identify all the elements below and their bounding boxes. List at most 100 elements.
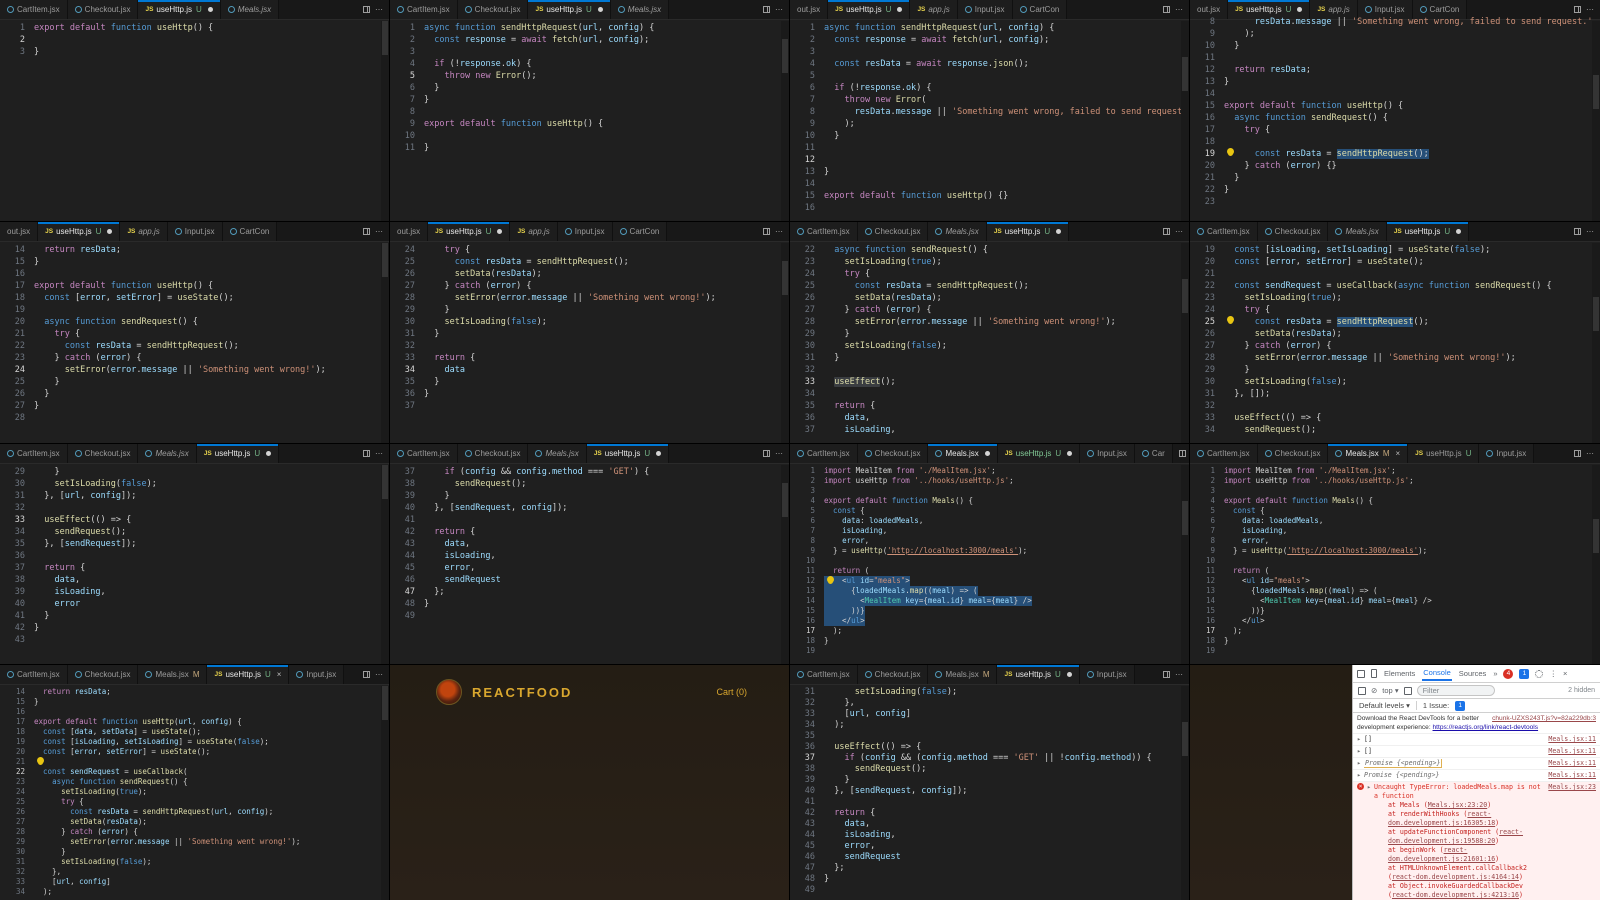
code-line[interactable]: 13 {loadedMeals.map((meal) => ( [1190, 586, 1600, 596]
code-line[interactable]: 31 } [790, 352, 1189, 364]
code-line[interactable]: 37 return { [0, 562, 389, 574]
tab-dirty-indicator[interactable] [1056, 229, 1062, 234]
code-line[interactable]: 42} [0, 622, 389, 634]
code-line[interactable]: 26 setData(resData); [790, 292, 1189, 304]
code-line[interactable]: 3 [790, 486, 1189, 496]
cart-button[interactable]: Cart (0) [716, 687, 747, 697]
code-line[interactable]: 25 } [0, 376, 389, 388]
code-line[interactable]: 45 error, [790, 841, 1189, 852]
tab-usehttp-js[interactable]: JS useHttp.js U [997, 444, 1081, 463]
code-line[interactable]: 22 async function sendRequest() { [790, 244, 1189, 256]
code-line[interactable]: 26 setData(resData); [390, 268, 789, 280]
code-line[interactable]: 22 const sendRequest = useCallback( [0, 767, 389, 777]
code-line[interactable]: 14 <MealItem key={meal.id} meal={meal} /… [1190, 596, 1600, 606]
code-line[interactable]: 4 export default function Meals() { [790, 496, 1189, 506]
code-line[interactable]: 37 isLoading, [790, 424, 1189, 436]
code-line[interactable]: 4 const resData = await response.json(); [790, 58, 1189, 70]
source-link[interactable]: chunk-UZXS243T.js?v=82a229db:3 [1492, 714, 1596, 723]
code-line[interactable]: 18} [790, 636, 1189, 646]
code-line[interactable]: 9 export default function useHttp() { [390, 118, 789, 130]
code-line[interactable]: 18} [1190, 636, 1600, 646]
code-line[interactable]: 48} [390, 598, 789, 610]
code-line[interactable]: 22 const sendRequest = useCallback(async… [1190, 280, 1600, 292]
code-line[interactable]: 27 } catch (error) { [390, 280, 789, 292]
more-tabs-icon[interactable]: » [1493, 669, 1497, 678]
tab-checkout-jsx[interactable]: Checkout.jsx [67, 0, 139, 19]
scrollbar[interactable] [1592, 243, 1600, 443]
code-line[interactable]: 27 } catch (error) { [1190, 340, 1600, 352]
code-line[interactable]: 17 ); [1190, 626, 1600, 636]
tab-usehttp-js[interactable]: JS useHttp.js U [1408, 444, 1480, 463]
inspect-element-icon[interactable] [1357, 669, 1365, 678]
code-line[interactable]: 4 if (!response.ok) { [390, 58, 789, 70]
code-line[interactable]: 37 [390, 400, 789, 412]
console-sidebar-icon[interactable] [1358, 686, 1366, 695]
issues-count-badge[interactable]: 1 [1455, 700, 1466, 711]
code-line[interactable]: 9 } = useHttp('http://localhost:3000/mea… [790, 546, 1189, 556]
code-line[interactable]: 19 const [isLoading, setIsLoading] = use… [1190, 244, 1600, 256]
tab-input-jsx[interactable]: Input.jsx [957, 0, 1013, 19]
code-line[interactable]: 24 try { [390, 244, 789, 256]
expand-caret-icon[interactable]: ▸ [1357, 747, 1361, 756]
code-line[interactable]: 45 error, [390, 562, 789, 574]
code-line[interactable]: 22 const resData = sendHttpRequest(); [0, 340, 389, 352]
expand-caret-icon[interactable]: ▸ [1367, 783, 1371, 792]
code-line[interactable]: 28 setError(error.message || 'Something … [790, 316, 1189, 328]
code-line[interactable]: 32 }, [0, 867, 389, 877]
code-line[interactable]: 34 data [390, 364, 789, 376]
code-line[interactable]: 10 [1190, 556, 1600, 566]
tab-input-jsx[interactable]: Input.jsx [289, 665, 345, 684]
settings-gear-icon[interactable] [1535, 669, 1544, 678]
code-line[interactable]: 4 export default function Meals() { [1190, 496, 1600, 506]
tab-cartitem-jsx[interactable]: CartItem.jsx [0, 665, 68, 684]
code-line[interactable]: 47 }; [390, 586, 789, 598]
code-line[interactable]: 13} [790, 166, 1189, 178]
tab-dirty-indicator[interactable] [207, 7, 213, 12]
tab-cartitem-jsx[interactable]: CartItem.jsx [1190, 222, 1258, 241]
tab-usehttp-js[interactable]: JS useHttp.js U [1386, 222, 1470, 241]
tab-usehttp-js[interactable]: JS useHttp.js U [196, 444, 280, 463]
lightbulb-icon[interactable] [37, 757, 44, 764]
code-line[interactable]: 24 setError(error.message || 'Something … [0, 364, 389, 376]
code-line[interactable]: 30 } [0, 847, 389, 857]
code-line[interactable]: 19 [1190, 646, 1600, 656]
tab-checkout-jsx[interactable]: Checkout.jsx [1257, 444, 1329, 463]
scrollbar[interactable] [381, 465, 389, 664]
tab-dirty-indicator[interactable] [497, 229, 503, 234]
code-line[interactable]: 1 async function sendHttpRequest(url, con… [790, 22, 1189, 34]
split-editor-icon[interactable] [363, 450, 370, 457]
split-editor-icon[interactable] [1178, 450, 1186, 457]
code-line[interactable]: 17 export default function useHttp(url, c… [0, 717, 389, 727]
scrollbar[interactable] [381, 21, 389, 221]
code-line[interactable]: 48} [790, 874, 1189, 885]
issue-count-badge[interactable]: 1 [1519, 668, 1530, 679]
code-line[interactable]: 34 sendRequest(); [1190, 424, 1600, 436]
tab-dirty-indicator[interactable] [1297, 7, 1303, 12]
clear-console-icon[interactable]: ⊘ [1371, 686, 1377, 695]
code-line[interactable]: 34 sendRequest(); [0, 526, 389, 538]
split-editor-icon[interactable] [363, 671, 370, 678]
more-actions-icon[interactable]: ⋯ [1175, 670, 1183, 679]
tab-cartitem-jsx[interactable]: CartItem.jsx [790, 665, 858, 684]
code-line[interactable]: 3 [1190, 486, 1600, 496]
code-line[interactable]: 9 ); [1190, 28, 1600, 40]
tab-meals-jsx[interactable]: Meals.jsx [138, 444, 197, 463]
code-line[interactable]: 29 } [390, 304, 789, 316]
code-line[interactable]: 2 import useHttp from '../hooks/useHttp.j… [1190, 476, 1600, 486]
code-line[interactable]: 49 [390, 610, 789, 622]
code-line[interactable]: 39 } [390, 490, 789, 502]
code-line[interactable]: 9 ); [790, 118, 1189, 130]
code-line[interactable]: 35 }, [sendRequest]); [0, 538, 389, 550]
filter-input[interactable]: Filter [1416, 685, 1495, 696]
code-line[interactable]: 30 setIsLoading(false); [790, 340, 1189, 352]
code-line[interactable]: 38 data, [0, 574, 389, 586]
code-line[interactable]: 15 export default function useHttp() {} [790, 190, 1189, 202]
tab-cartcon[interactable]: CartCon [612, 222, 667, 241]
tab-checkout-jsx[interactable]: Checkout.jsx [457, 0, 529, 19]
code-line[interactable]: 25 try { [0, 797, 389, 807]
code-line[interactable]: 10 } [1190, 40, 1600, 52]
tab-cartcon[interactable]: CartCon [222, 222, 277, 241]
code-line[interactable]: 25 const resData = sendHttpRequest(); [1190, 316, 1600, 328]
source-link[interactable]: Meals.jsx:11 [1548, 747, 1596, 756]
tab-dirty-indicator[interactable] [1066, 672, 1072, 677]
